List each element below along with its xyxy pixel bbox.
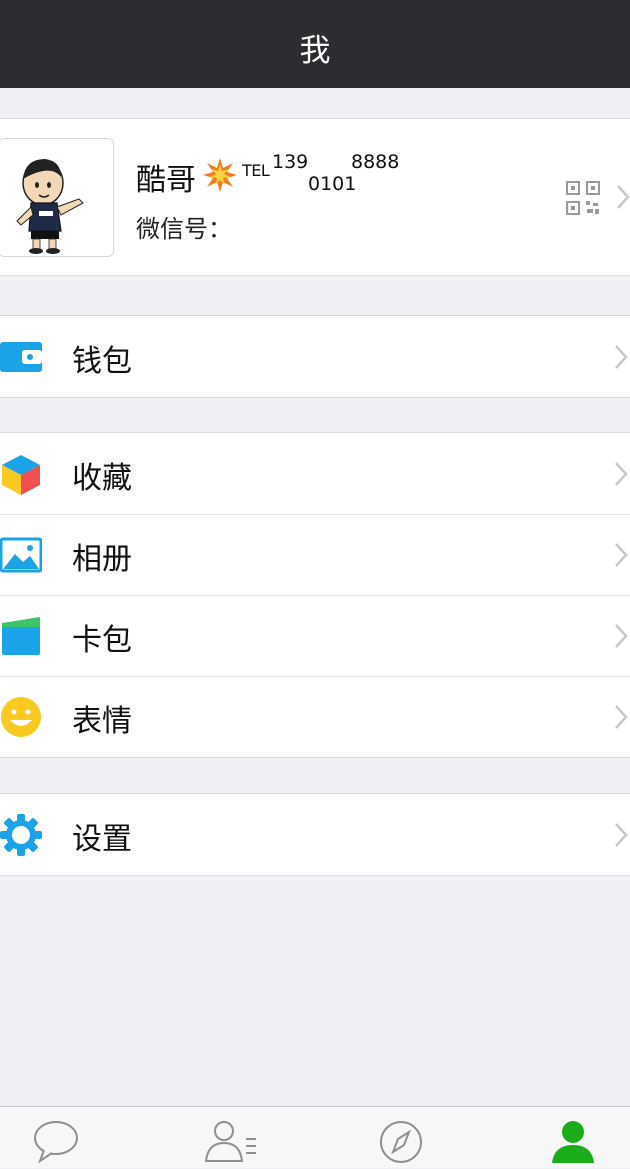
menu-label-settings: 设置 — [72, 822, 132, 857]
chevron-right-icon — [614, 704, 628, 730]
phone-part-3: 8888 — [351, 151, 400, 173]
contacts-icon — [204, 1121, 256, 1162]
menu-label-card-pack: 卡包 — [72, 623, 132, 658]
menu-item-settings[interactable]: 设置 — [0, 794, 630, 875]
menu-item-stickers[interactable]: 表情 — [0, 676, 630, 757]
wechat-id-label: 微信号： — [136, 215, 232, 243]
page-title: 我 — [299, 32, 331, 69]
discover-compass-icon — [380, 1121, 422, 1163]
tab-bar — [0, 1106, 630, 1168]
explosion-emoji-icon — [202, 157, 238, 193]
phone-part-2: 0101 — [308, 173, 357, 195]
tab-chats[interactable] — [32, 1119, 82, 1165]
me-person-icon — [552, 1121, 594, 1163]
qr-code-icon[interactable] — [566, 181, 600, 215]
menu-item-album[interactable]: 相册 — [0, 514, 630, 595]
gear-icon — [0, 814, 42, 856]
menu-label-wallet: 钱包 — [72, 344, 132, 379]
tel-label: TEL — [242, 161, 270, 180]
card-pack-icon — [0, 615, 42, 657]
smiley-face-icon — [0, 696, 42, 738]
menu-label-favorites: 收藏 — [72, 461, 132, 496]
tab-me[interactable] — [548, 1119, 598, 1165]
cartoon-avatar-icon — [16, 159, 84, 254]
album-picture-icon — [0, 534, 43, 576]
nav-bar: 我 — [0, 0, 630, 88]
chat-bubble-icon — [34, 1121, 78, 1164]
menu-item-favorites[interactable]: 收藏 — [0, 433, 630, 514]
chevron-right-icon — [614, 822, 628, 848]
menu-item-card-pack[interactable]: 卡包 — [0, 595, 630, 676]
menu-item-wallet[interactable]: 钱包 — [0, 316, 630, 397]
profile-card[interactable]: 酷哥 TEL 139 0101 8888 微信号： — [0, 118, 630, 276]
chevron-right-icon — [614, 461, 628, 487]
chevron-right-icon — [614, 344, 628, 370]
menu-group-wallet: 钱包 — [0, 315, 630, 398]
menu-group-main: 收藏 相册 卡包 表情 — [0, 432, 630, 758]
favorites-cube-icon — [0, 453, 42, 495]
chevron-right-icon — [614, 623, 628, 649]
chevron-right-icon — [616, 184, 630, 210]
menu-label-album: 相册 — [72, 542, 132, 577]
profile-name: 酷哥 — [136, 163, 196, 198]
avatar[interactable] — [0, 138, 114, 257]
menu-label-stickers: 表情 — [72, 704, 132, 739]
tab-contacts[interactable] — [204, 1119, 256, 1165]
tab-discover[interactable] — [376, 1119, 426, 1165]
chevron-right-icon — [614, 542, 628, 568]
phone-part-1: 139 — [272, 151, 309, 173]
menu-group-settings: 设置 — [0, 793, 630, 876]
wallet-icon — [0, 336, 42, 378]
